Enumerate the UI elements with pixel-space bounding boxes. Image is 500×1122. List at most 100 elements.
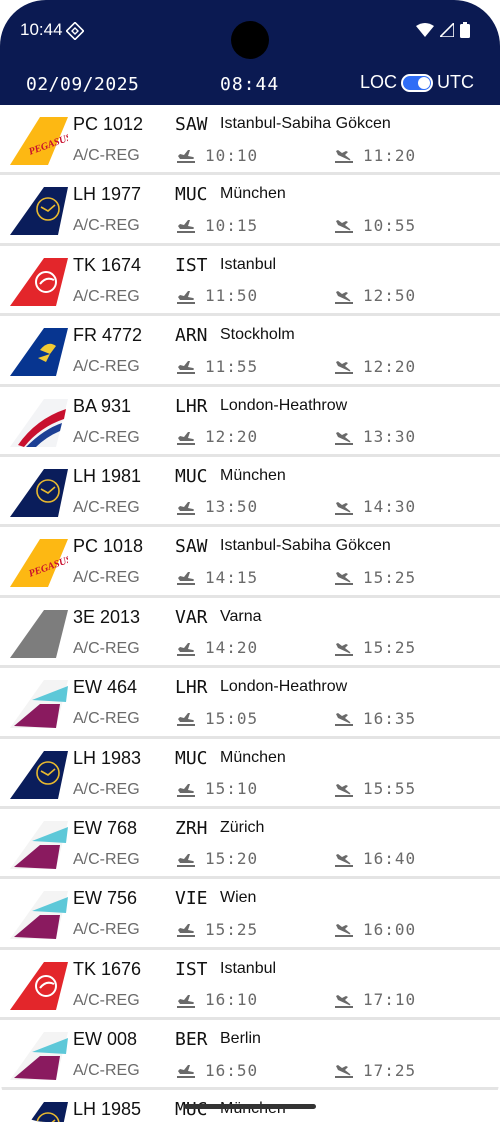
airport-city: Istanbul-Sabiha Gökcen <box>220 537 391 555</box>
departure-time: 15:25 <box>205 919 259 939</box>
toggle-knob <box>418 76 430 89</box>
aircraft-registration: A/C-REG <box>73 639 140 657</box>
airport-code: IST <box>175 958 208 980</box>
departure-time: 14:15 <box>205 567 259 587</box>
toggle-label-utc: UTC <box>437 72 474 92</box>
flight-row[interactable]: LH 1983 A/C-REG MUC München 15:10 15:55 <box>0 738 500 809</box>
aircraft-registration: A/C-REG <box>73 287 140 305</box>
airline-tail-icon <box>10 398 68 447</box>
landing-icon <box>334 356 354 376</box>
system-icons <box>416 22 470 38</box>
arrival: 15:55 <box>334 779 416 799</box>
flight-row[interactable]: LH 1981 A/C-REG MUC München 13:50 14:30 <box>0 456 500 528</box>
airport-city: München <box>220 185 286 203</box>
aircraft-registration: A/C-REG <box>73 850 140 868</box>
airport-city: Istanbul <box>220 959 277 977</box>
flight-row[interactable]: TK 1674 A/C-REG IST Istanbul 11:50 12:50 <box>0 245 500 317</box>
takeoff-icon <box>176 215 196 235</box>
airport-code: VAR <box>175 606 208 628</box>
airline-tail-icon <box>10 1032 68 1081</box>
takeoff-icon <box>176 286 196 306</box>
airport-code: LHR <box>175 395 208 417</box>
departure: 13:50 <box>176 497 258 517</box>
flight-number: FR 4772 <box>73 325 143 346</box>
arrival-time: 11:20 <box>363 145 417 165</box>
departure: 15:20 <box>176 849 258 869</box>
landing-icon <box>334 286 354 306</box>
arrival: 17:25 <box>334 1060 416 1080</box>
departure: 14:15 <box>176 567 258 587</box>
airport-code: MUC <box>175 184 208 206</box>
flight-row[interactable]: TK 1676 A/C-REG IST Istanbul 16:10 17:10 <box>0 949 500 1021</box>
airline-tail-icon <box>10 609 68 658</box>
aircraft-registration: A/C-REG <box>73 780 140 798</box>
airport-city: Istanbul-Sabiha Gökcen <box>220 115 391 132</box>
flight-number: BA 931 <box>73 395 132 416</box>
takeoff-icon <box>176 638 196 658</box>
landing-icon <box>334 145 354 165</box>
arrival: 10:55 <box>334 215 416 235</box>
departure: 10:10 <box>176 145 258 165</box>
flight-row[interactable]: LH 1977 A/C-REG MUC München 10:15 10:55 <box>0 175 500 246</box>
landing-icon <box>334 497 354 517</box>
arrival-time: 14:30 <box>363 497 417 517</box>
home-indicator[interactable] <box>184 1104 316 1109</box>
landing-icon <box>334 638 354 658</box>
flight-row[interactable]: BA 931 A/C-REG LHR London-Heathrow 12:20… <box>0 386 500 457</box>
departure: 15:25 <box>176 919 258 939</box>
flight-row[interactable]: PEGASUS PC 1018 A/C-REG SAW Istanbul-Sab… <box>0 527 500 598</box>
takeoff-icon <box>176 427 196 447</box>
departure: 15:05 <box>176 708 258 728</box>
signal-icon <box>440 23 454 37</box>
arrival: 16:35 <box>334 708 416 728</box>
landing-icon <box>334 849 354 869</box>
departure-time: 15:20 <box>205 849 259 869</box>
arrival-time: 15:25 <box>363 638 417 658</box>
flight-row[interactable]: PEGASUS PC 1012 A/C-REG SAW Istanbul-Sab… <box>0 105 500 176</box>
airline-tail-icon: PEGASUS <box>10 539 74 588</box>
departure-time: 11:50 <box>205 286 259 306</box>
arrival: 16:40 <box>334 849 416 869</box>
aircraft-registration: A/C-REG <box>73 991 140 1009</box>
aircraft-registration: A/C-REG <box>73 358 140 376</box>
header-date[interactable]: 02/09/2025 <box>26 74 139 95</box>
departure-time: 11:55 <box>205 356 259 376</box>
arrival: 15:25 <box>334 567 416 587</box>
departure-time: 15:05 <box>205 708 259 728</box>
landing-icon <box>334 1060 354 1080</box>
aircraft-registration: A/C-REG <box>73 921 140 939</box>
flight-number: TK 1676 <box>73 958 142 979</box>
aircraft-registration: A/C-REG <box>73 498 140 516</box>
arrival-time: 16:40 <box>363 849 417 869</box>
landing-icon <box>334 427 354 447</box>
flight-row[interactable]: EW 768 A/C-REG ZRH Zürich 15:20 16:40 <box>0 808 500 880</box>
departure-time: 16:50 <box>205 1060 259 1080</box>
flight-row[interactable]: 3E 2013 A/C-REG VAR Varna 14:20 15:25 <box>0 597 500 669</box>
toggle-switch[interactable] <box>401 73 433 92</box>
loc-utc-toggle[interactable]: LOC UTC <box>360 72 474 93</box>
departure-time: 12:20 <box>205 427 259 447</box>
airport-city: Berlin <box>220 1030 261 1048</box>
departure-time: 10:15 <box>205 215 259 235</box>
flight-row[interactable]: EW 756 A/C-REG VIE Wien 15:25 16:00 <box>0 879 500 950</box>
arrival-time: 13:30 <box>363 427 417 447</box>
wifi-icon <box>416 23 434 37</box>
flight-row[interactable]: FR 4772 A/C-REG ARN Stockholm 11:55 12:2… <box>0 316 500 387</box>
arrival: 13:30 <box>334 427 416 447</box>
flight-number: PC 1018 <box>73 536 144 557</box>
departure: 12:20 <box>176 427 258 447</box>
airport-code: LHR <box>175 677 208 699</box>
flight-number: LH 1983 <box>73 747 142 768</box>
flight-row[interactable]: EW 464 A/C-REG LHR London-Heathrow 15:05… <box>0 668 500 739</box>
takeoff-icon <box>176 567 196 587</box>
flight-row[interactable]: EW 008 A/C-REG BER Berlin 16:50 17:25 <box>0 1020 500 1091</box>
arrival: 12:50 <box>334 286 416 306</box>
flight-number: PC 1012 <box>73 114 144 134</box>
airport-code: SAW <box>175 536 208 558</box>
airline-tail-icon <box>10 187 68 236</box>
airline-tail-icon <box>10 680 68 729</box>
takeoff-icon <box>176 708 196 728</box>
departure-time: 15:10 <box>205 779 259 799</box>
landing-icon <box>334 919 354 939</box>
arrival: 11:20 <box>334 145 416 165</box>
